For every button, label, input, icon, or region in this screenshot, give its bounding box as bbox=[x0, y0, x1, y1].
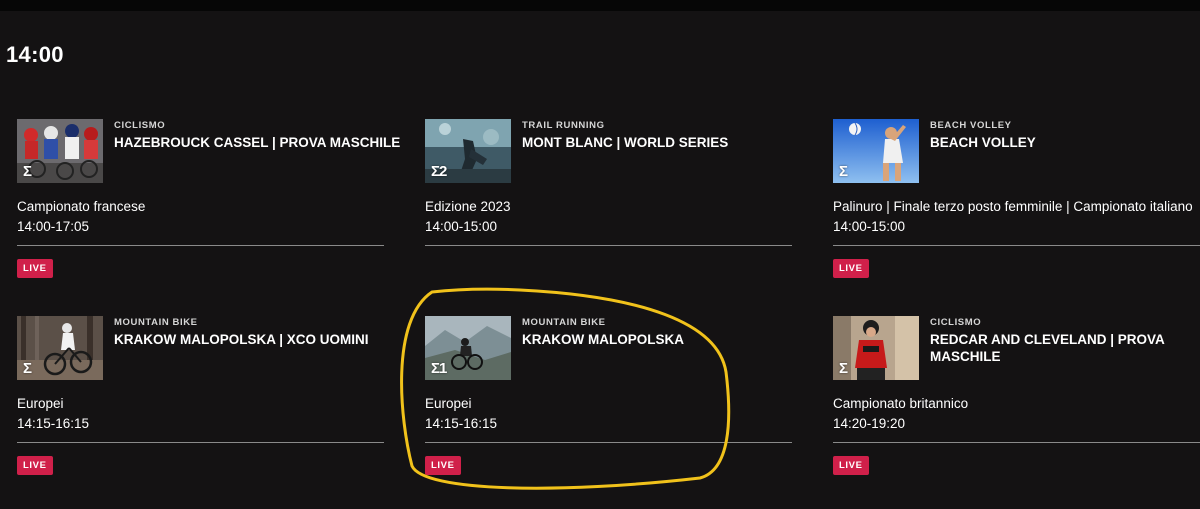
beach-volley-thumbnail[interactable]: Σ bbox=[833, 119, 919, 183]
event-time: 14:00-15:00 bbox=[833, 219, 906, 234]
event-time: 14:00-15:00 bbox=[425, 219, 498, 234]
event-time: 14:15-16:15 bbox=[17, 416, 90, 431]
cycling-peloton-thumbnail[interactable]: Σ bbox=[17, 119, 103, 183]
event-subtitle: Palinuro | Finale terzo posto femminile … bbox=[833, 199, 1193, 214]
schedule-card-redcar[interactable]: Σ CICLISMO REDCAR AND CLEVELAND | PROVA … bbox=[833, 316, 1200, 486]
channel-logo-icon: Σ1 bbox=[431, 360, 447, 377]
channel-logo-icon: Σ bbox=[23, 163, 32, 180]
cyclist-red-jersey-thumbnail[interactable]: Σ bbox=[833, 316, 919, 380]
divider bbox=[17, 442, 384, 443]
event-title: BEACH VOLLEY bbox=[930, 135, 1036, 150]
time-slot-heading: 14:00 bbox=[6, 42, 64, 67]
event-time: 14:20-19:20 bbox=[833, 416, 906, 431]
divider bbox=[833, 442, 1200, 443]
channel-logo-icon: Σ2 bbox=[431, 163, 447, 180]
event-title: KRAKOW MALOPOLSKA bbox=[522, 332, 684, 347]
mountain-bike-valley-thumbnail[interactable]: Σ1 bbox=[425, 316, 511, 380]
trail-running-thumbnail[interactable]: Σ2 bbox=[425, 119, 511, 183]
live-badge: LIVE bbox=[17, 259, 53, 278]
live-badge: LIVE bbox=[17, 456, 53, 475]
sport-label: MOUNTAIN BIKE bbox=[522, 317, 606, 328]
schedule-card-beach-volley[interactable]: Σ BEACH VOLLEY BEACH VOLLEY Palinuro | F… bbox=[833, 119, 1200, 289]
channel-logo-icon: Σ bbox=[23, 360, 32, 377]
sport-label: BEACH VOLLEY bbox=[930, 120, 1012, 131]
channel-logo-icon: Σ bbox=[839, 360, 848, 377]
schedule-card-krakow-xco[interactable]: Σ MOUNTAIN BIKE KRAKOW MALOPOLSKA | XCO … bbox=[17, 316, 385, 486]
schedule-card-krakow[interactable]: Σ1 MOUNTAIN BIKE KRAKOW MALOPOLSKA Europ… bbox=[425, 316, 793, 486]
mountain-bike-forest-thumbnail[interactable]: Σ bbox=[17, 316, 103, 380]
event-subtitle: Europei bbox=[17, 396, 64, 411]
channel-logo-icon: Σ bbox=[839, 163, 848, 180]
divider bbox=[425, 442, 792, 443]
event-subtitle: Edizione 2023 bbox=[425, 199, 511, 214]
divider bbox=[17, 245, 384, 246]
event-subtitle: Campionato francese bbox=[17, 199, 146, 214]
divider bbox=[425, 245, 792, 246]
live-badge: LIVE bbox=[833, 259, 869, 278]
schedule-card-hazebrouck[interactable]: Σ CICLISMO HAZEBROUCK CASSEL | PROVA MAS… bbox=[17, 119, 400, 289]
top-bar bbox=[0, 0, 1200, 11]
live-badge: LIVE bbox=[425, 456, 461, 475]
event-subtitle: Europei bbox=[425, 396, 472, 411]
sport-label: MOUNTAIN BIKE bbox=[114, 317, 198, 328]
sport-label: TRAIL RUNNING bbox=[522, 120, 605, 131]
event-title: KRAKOW MALOPOLSKA | XCO UOMINI bbox=[114, 332, 369, 347]
sport-label: CICLISMO bbox=[930, 317, 982, 328]
event-time: 14:15-16:15 bbox=[425, 416, 498, 431]
schedule-card-mont-blanc[interactable]: Σ2 TRAIL RUNNING MONT BLANC | WORLD SERI… bbox=[425, 119, 793, 289]
event-title: HAZEBROUCK CASSEL | PROVA MASCHILE bbox=[114, 135, 401, 150]
live-badge: LIVE bbox=[833, 456, 869, 475]
sport-label: CICLISMO bbox=[114, 120, 166, 131]
divider bbox=[833, 245, 1200, 246]
event-time: 14:00-17:05 bbox=[17, 219, 90, 234]
event-title: REDCAR AND CLEVELAND | PROVA MASCHILE bbox=[930, 332, 1165, 364]
event-title: MONT BLANC | WORLD SERIES bbox=[522, 135, 729, 150]
event-subtitle: Campionato britannico bbox=[833, 396, 969, 411]
